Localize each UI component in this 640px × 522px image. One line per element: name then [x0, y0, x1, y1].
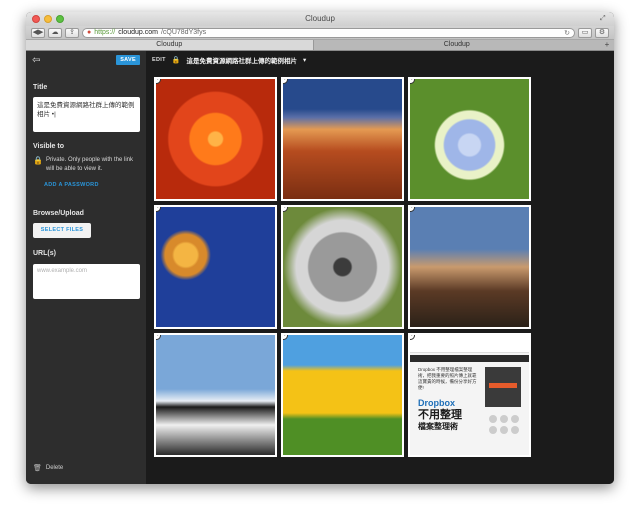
sidebar: ⇦ SAVE Title 這是免費資源網路社群上傳的範例相片 •| Visibl… — [26, 51, 146, 484]
doc-dot — [489, 426, 497, 434]
reader-icon[interactable]: ▭ — [578, 27, 592, 38]
doc-dot — [500, 426, 508, 434]
doc-sidebar — [485, 367, 521, 407]
app-area: ⇦ SAVE Title 這是免費資源網路社群上傳的範例相片 •| Visibl… — [26, 51, 614, 484]
photo-webpage-screenshot: Dropbox 不用整理檔案整理術，把我重要的照片傳上就靠這寶貴的時候，備份分享… — [410, 335, 529, 455]
title-input[interactable]: 這是免費資源網路社群上傳的範例相片 •| — [33, 97, 140, 132]
back-arrow-icon[interactable]: ⇦ — [32, 55, 40, 66]
photo-orange-flower — [156, 79, 275, 199]
browser-toolbar: ◀▶ ☁ ⇪ ● https:// cloudup.com /cQU78dY3f… — [26, 26, 614, 40]
header-lock-icon: 🔒 — [171, 57, 181, 64]
url-input[interactable]: www.example.com — [33, 264, 140, 299]
tile-jellyfish[interactable]: ✕ — [154, 205, 277, 329]
select-files-button[interactable]: SELECT FILES — [33, 223, 91, 238]
photo-hydrangea — [410, 79, 529, 199]
delete-button[interactable]: 🗑 Delete — [33, 464, 63, 472]
title-label: Title — [33, 84, 48, 91]
settings-icon[interactable]: ⚙ — [595, 27, 609, 38]
doc-heading-line1: 不用整理 — [418, 409, 462, 421]
visibility-text: Private. Only people with the link will … — [45, 157, 134, 172]
doc-dot — [511, 415, 519, 423]
url-domain: cloudup.com — [118, 29, 158, 36]
doc-brand: Dropbox — [418, 398, 455, 408]
doc-icon-grid — [489, 415, 519, 434]
doc-dot — [489, 415, 497, 423]
visible-to-label: Visible to — [33, 143, 64, 150]
album-title[interactable]: 這是免費資源網路社群上傳的範例相片 — [186, 55, 297, 65]
fullscreen-icon[interactable]: ⤢ — [600, 15, 608, 23]
address-bar[interactable]: ● https:// cloudup.com /cQU78dY3fys ↻ — [82, 27, 575, 38]
visibility-row: 🔒 Private. Only people with the link wil… — [33, 156, 141, 174]
url-path: /cQU78dY3fys — [160, 29, 207, 36]
photo-penguins — [156, 335, 275, 455]
save-button[interactable]: SAVE — [116, 55, 140, 65]
urls-label: URL(s) — [33, 250, 56, 257]
doc-heading-line2: 檔案整理術 — [418, 422, 458, 431]
browse-upload-label: Browse/Upload — [33, 210, 84, 217]
doc-article: Dropbox 不用整理檔案整理術，把我重要的照片傳上就靠這寶貴的時候，備份分享… — [418, 367, 478, 433]
photo-grid: ✕ ✕ ✕ ✕ ✕ ✕ ✕ ✕ ✕ Dropbox 不用整理檔案整理術，把我重要… — [154, 77, 531, 457]
photo-tulips — [283, 335, 402, 455]
tile-penguins[interactable]: ✕ — [154, 333, 277, 457]
doc-dot — [511, 426, 519, 434]
doc-sidebar-bar — [489, 383, 517, 388]
doc-header — [410, 335, 529, 353]
url-scheme: https:// — [94, 29, 116, 36]
trash-icon: 🗑 — [33, 465, 42, 472]
tab-cloudup-1[interactable]: Cloudup — [26, 40, 314, 50]
delete-label: Delete — [45, 465, 64, 471]
chevron-down-icon[interactable]: ▾ — [303, 56, 306, 64]
photo-lighthouse — [410, 207, 529, 327]
add-password-link[interactable]: ADD A PASSWORD — [44, 182, 99, 188]
sidebar-top: ⇦ SAVE — [26, 51, 146, 69]
tab-cloudup-2[interactable]: Cloudup — [314, 40, 601, 50]
browser-window: Cloudup ⤢ ◀▶ ☁ ⇪ ● https:// cloudup.com … — [26, 12, 614, 484]
tile-webpage-screenshot[interactable]: ✕ Dropbox 不用整理檔案整理術，把我重要的照片傳上就靠這寶貴的時候，備份… — [408, 333, 531, 457]
tile-tulips[interactable]: ✕ — [281, 333, 404, 457]
back-forward-button[interactable]: ◀▶ — [31, 27, 45, 38]
new-tab-button[interactable]: + — [600, 40, 614, 50]
doc-text: Dropbox 不用整理檔案整理術，把我重要的照片傳上就靠這寶貴的時候，備份分享… — [418, 367, 477, 390]
tile-koala[interactable]: ✕ — [281, 205, 404, 329]
edit-label: EDIT — [152, 57, 166, 63]
tile-lighthouse[interactable]: ✕ — [408, 205, 531, 329]
title-bar: Cloudup ⤢ — [26, 12, 614, 26]
photo-koala — [283, 207, 402, 327]
doc-nav — [410, 355, 529, 362]
reload-icon[interactable]: ↻ — [564, 29, 570, 37]
lock-icon: 🔒 — [33, 156, 43, 165]
photo-desert-canyon — [283, 79, 402, 199]
doc-big-heading: Dropbox 不用整理 檔案整理術 — [418, 397, 478, 433]
doc-dot — [500, 415, 508, 423]
tile-orange-flower[interactable]: ✕ — [154, 77, 277, 201]
cloud-icon[interactable]: ☁ — [48, 27, 62, 38]
window-title: Cloudup — [305, 14, 335, 23]
site-icon: ● — [87, 29, 92, 36]
photo-jellyfish — [156, 207, 275, 327]
main-header: EDIT 🔒 這是免費資源網路社群上傳的範例相片 ▾ — [146, 51, 614, 69]
tile-hydrangea[interactable]: ✕ — [408, 77, 531, 201]
share-icon[interactable]: ⇪ — [65, 27, 79, 38]
main-content: EDIT 🔒 這是免費資源網路社群上傳的範例相片 ▾ ✕ ✕ ✕ ✕ ✕ ✕ ✕… — [146, 51, 614, 484]
tile-desert-canyon[interactable]: ✕ — [281, 77, 404, 201]
tab-bar: Cloudup Cloudup + — [26, 40, 614, 51]
